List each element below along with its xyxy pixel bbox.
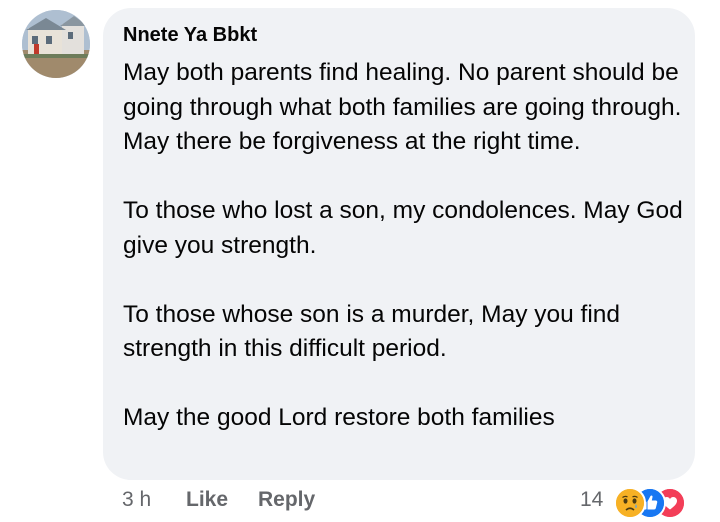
reaction-count: 14 bbox=[580, 488, 604, 511]
avatar[interactable] bbox=[22, 10, 90, 78]
comment-paragraph: May the good Lord restore both families bbox=[123, 404, 555, 431]
comment-paragraph: To those who lost a son, my condolences.… bbox=[123, 197, 683, 259]
sad-face-icon bbox=[614, 487, 646, 519]
comment-timestamp[interactable]: 3 h bbox=[122, 488, 151, 512]
like-button[interactable]: Like bbox=[186, 488, 228, 512]
reply-button[interactable]: Reply bbox=[258, 488, 315, 512]
comment-paragraph: To those whose son is a murder, May you … bbox=[123, 300, 621, 363]
avatar-image bbox=[22, 10, 90, 78]
comment-actions: 3 h Like Reply 14 bbox=[0, 484, 720, 519]
comment-author[interactable]: Nnete Ya Bbkt bbox=[123, 24, 257, 47]
comment-paragraph: May both parents find healing. No parent… bbox=[123, 59, 682, 155]
comment-bubble: Nnete Ya Bbkt May both parents find heal… bbox=[103, 8, 695, 480]
reactions-summary[interactable]: 14 bbox=[580, 484, 710, 519]
comment-text: May both parents find healing. No parent… bbox=[123, 56, 683, 436]
